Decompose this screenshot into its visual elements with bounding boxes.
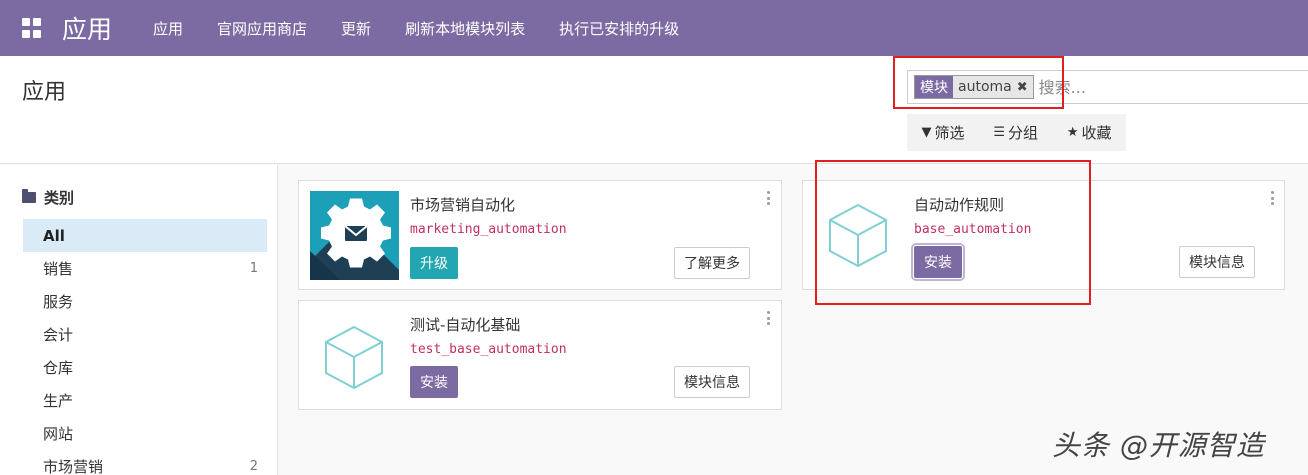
nav-item-updates[interactable]: 更新	[341, 18, 371, 39]
group-by-button[interactable]: ☰ 分组	[993, 122, 1038, 143]
module-card-marketing-automation: 市场营销自动化 marketing_automation 升级 了解更多	[298, 180, 782, 290]
category-label: 仓库	[43, 359, 74, 377]
filter-icon: ▼	[921, 125, 932, 140]
marketing-automation-icon	[310, 191, 399, 280]
category-item-inventory[interactable]: 仓库	[23, 351, 267, 384]
category-item-sales[interactable]: 销售 1	[23, 252, 267, 285]
module-info-button[interactable]: 模块信息	[1179, 246, 1255, 278]
category-list: All 销售 1 服务 会计 仓库 生产 网站 市场营销 2	[23, 219, 267, 475]
category-header-label: 类别	[44, 189, 75, 207]
filter-button[interactable]: ▼ 筛选	[921, 122, 964, 143]
install-button[interactable]: 安装	[410, 366, 458, 398]
filter-label: 筛选	[934, 124, 965, 142]
nav-item-app-store[interactable]: 官网应用商店	[217, 18, 307, 39]
module-cube-icon	[310, 313, 398, 401]
search-options-bar: ▼ 筛选 ☰ 分组 ★ 收藏	[907, 114, 1126, 151]
bars-icon: ☰	[993, 125, 1005, 140]
category-item-accounting[interactable]: 会计	[23, 318, 267, 351]
highlight-box-search	[893, 56, 1064, 109]
module-card-test-base-automation: 测试-自动化基础 test_base_automation 安装 模块信息	[298, 300, 782, 410]
nav-item-apps[interactable]: 应用	[153, 18, 183, 39]
card-options-icon[interactable]	[1270, 191, 1274, 205]
module-technical-name: test_base_automation	[410, 342, 567, 357]
upgrade-button[interactable]: 升级	[410, 247, 458, 279]
group-by-label: 分组	[1007, 124, 1038, 142]
watermark: 头条 @开源智造	[1052, 429, 1265, 462]
card-options-icon[interactable]	[766, 191, 770, 205]
category-label: 会计	[43, 326, 74, 344]
module-info-button[interactable]: 模块信息	[674, 366, 750, 398]
card-options-icon[interactable]	[766, 311, 770, 325]
highlight-box-base-automation	[815, 160, 1091, 305]
star-icon: ★	[1066, 125, 1079, 140]
top-navbar: 应用 应用 官网应用商店 更新 刷新本地模块列表 执行已安排的升级	[0, 0, 1308, 56]
page-title: 应用	[22, 80, 67, 105]
category-item-website[interactable]: 网站	[23, 417, 267, 450]
category-label: 市场营销	[43, 458, 104, 475]
learn-more-button[interactable]: 了解更多	[674, 247, 750, 279]
category-count: 2	[249, 459, 258, 474]
category-label: 网站	[43, 425, 74, 443]
module-technical-name: marketing_automation	[410, 222, 567, 237]
control-panel: 应用 模块 automa ✖ ▼ 筛选 ☰ 分组 ★ 收藏	[0, 56, 1308, 164]
category-label: 销售	[43, 260, 74, 278]
category-count: 1	[249, 261, 258, 276]
nav-item-apply-scheduled-upgrades[interactable]: 执行已安排的升级	[559, 18, 679, 39]
nav-item-update-modules-list[interactable]: 刷新本地模块列表	[405, 18, 525, 39]
category-label: 服务	[43, 293, 74, 311]
category-item-marketing[interactable]: 市场营销 2	[23, 450, 267, 475]
category-label: All	[43, 226, 65, 245]
category-label: 生产	[43, 392, 74, 410]
module-title: 市场营销自动化	[410, 196, 516, 214]
category-sidebar: 类别 All 销售 1 服务 会计 仓库 生产 网站 市场营销 2	[0, 165, 278, 475]
favorites-button[interactable]: ★ 收藏	[1067, 122, 1112, 143]
module-title: 测试-自动化基础	[410, 316, 521, 334]
category-item-manufacturing[interactable]: 生产	[23, 384, 267, 417]
category-item-all[interactable]: All	[23, 219, 267, 252]
folder-icon	[22, 189, 36, 203]
favorites-label: 收藏	[1081, 124, 1112, 142]
search-input[interactable]	[1038, 77, 1289, 97]
category-item-services[interactable]: 服务	[23, 285, 267, 318]
category-header: 类别	[22, 187, 74, 208]
app-brand: 应用	[62, 15, 113, 44]
apps-menu-icon[interactable]	[22, 18, 42, 38]
